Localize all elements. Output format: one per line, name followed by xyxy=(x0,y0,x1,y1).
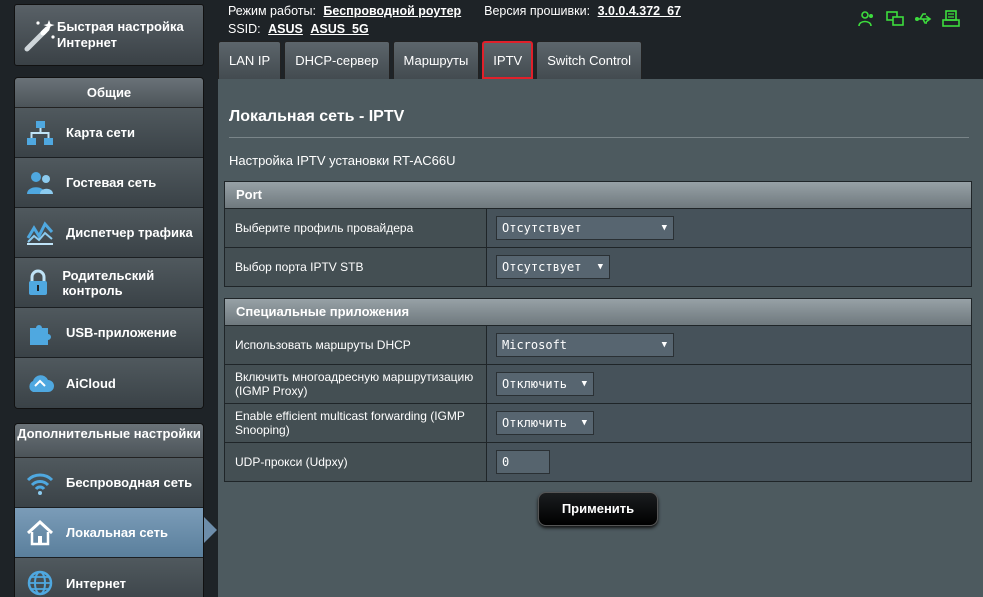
lock-icon xyxy=(21,264,55,302)
tab-dhcp-server[interactable]: DHCP-сервер xyxy=(284,41,390,79)
sidebar-item-label: Гостевая сеть xyxy=(66,175,157,190)
dropdown-arrow-icon: ▼ xyxy=(661,223,667,233)
main-panel: Локальная сеть - IPTV Настройка IPTV уст… xyxy=(218,79,983,597)
dropdown-arrow-icon: ▼ xyxy=(581,379,587,389)
field-label: UDP-прокси (Udpxy) xyxy=(225,443,487,481)
page-title: Локальная сеть - IPTV xyxy=(229,108,405,125)
network-map-icon xyxy=(21,114,59,152)
select-value: Отключить xyxy=(502,377,568,391)
sidebar-item-parental-control[interactable]: Родительский контроль xyxy=(15,258,203,308)
tab-lan-ip[interactable]: LAN IP xyxy=(218,41,282,79)
sidebar-item-guest-network[interactable]: Гостевая сеть xyxy=(15,158,203,208)
sidebar-item-internet[interactable]: Интернет xyxy=(15,558,203,597)
igmp-snooping-select[interactable]: Отключить ▼ xyxy=(496,411,594,435)
globe-icon xyxy=(21,564,59,597)
sidebar-item-label: Диспетчер трафика xyxy=(66,225,193,240)
form-row: UDP-прокси (Udpxy) 0 xyxy=(225,442,971,481)
sidebar-item-label: USB-приложение xyxy=(66,325,177,340)
printer-icon[interactable] xyxy=(942,10,960,28)
select-value: Отключить xyxy=(502,416,568,430)
field-label: Enable efficient multicast forwarding (I… xyxy=(225,404,487,442)
select-value: Отсутствует xyxy=(502,221,582,235)
dhcp-routes-select[interactable]: Microsoft ▼ xyxy=(496,333,674,357)
igmp-proxy-select[interactable]: Отключить ▼ xyxy=(496,372,594,396)
clients-icon[interactable] xyxy=(858,10,876,28)
sidebar-group-title: Общие xyxy=(15,78,203,108)
iptv-stb-port-select[interactable]: Отсутствует ▼ xyxy=(496,255,610,279)
operation-mode-link[interactable]: Беспроводной роутер xyxy=(323,4,461,18)
form-row: Выбор порта IPTV STB Отсутствует ▼ xyxy=(225,247,971,286)
select-value: Отсутствует xyxy=(502,260,582,274)
sidebar-item-label: Беспроводная сеть xyxy=(66,475,193,490)
tab-routes[interactable]: Маршруты xyxy=(392,41,480,79)
sidebar-item-network-map[interactable]: Карта сети xyxy=(15,108,203,158)
puzzle-icon xyxy=(21,314,59,352)
udpxy-port-input[interactable]: 0 xyxy=(496,450,550,474)
form-row: Выберите профиль провайдера Отсутствует … xyxy=(225,208,971,247)
sidebar-item-lan[interactable]: Локальная сеть xyxy=(15,508,203,558)
sidebar-item-traffic-manager[interactable]: Диспетчер трафика xyxy=(15,208,203,258)
sidebar-item-label: Локальная сеть xyxy=(66,525,168,540)
select-value: Microsoft xyxy=(502,338,568,352)
form-row: Включить многоадресную маршрутизацию (IG… xyxy=(225,364,971,403)
dropdown-arrow-icon: ▼ xyxy=(661,340,667,350)
dropdown-arrow-icon: ▼ xyxy=(597,262,603,272)
sidebar-general-group: Общие Карта сети Гостевая сеть Диспетчер… xyxy=(14,77,204,409)
title-divider xyxy=(229,137,969,138)
sidebar-item-usb-app[interactable]: USB-приложение xyxy=(15,308,203,358)
quick-setup-button[interactable]: Быстрая настройка Интернет xyxy=(14,4,204,66)
guest-users-icon xyxy=(21,164,59,202)
special-apps-section: Специальные приложения Использовать марш… xyxy=(224,298,972,482)
field-label: Использовать маршруты DHCP xyxy=(225,326,487,364)
sidebar-item-label: Родительский контроль xyxy=(62,267,155,298)
form-row: Использовать маршруты DHCP Microsoft ▼ xyxy=(225,325,971,364)
firmware-version-link[interactable]: 3.0.0.4.372_67 xyxy=(598,4,681,18)
traffic-chart-icon xyxy=(21,214,59,252)
cloud-icon xyxy=(21,364,59,402)
ssid-5g-link[interactable]: ASUS_5G xyxy=(310,22,368,36)
page-subtitle: Настройка IPTV установки RT-AC66U xyxy=(229,153,456,168)
home-icon xyxy=(21,514,59,552)
section-heading: Специальные приложения xyxy=(225,299,971,325)
field-label: Выберите профиль провайдера xyxy=(225,209,487,247)
tab-bar: LAN IP DHCP-сервер Маршруты IPTV Switch … xyxy=(218,41,643,79)
field-label: Включить многоадресную маршрутизацию (IG… xyxy=(225,365,487,403)
ssid-label: SSID: xyxy=(228,22,261,36)
port-section: Port Выберите профиль провайдера Отсутст… xyxy=(224,181,972,287)
ssid-24-link[interactable]: ASUS xyxy=(268,22,303,36)
usb-icon[interactable] xyxy=(914,10,932,28)
mode-label: Режим работы: xyxy=(228,4,316,18)
form-row: Enable efficient multicast forwarding (I… xyxy=(225,403,971,442)
tab-iptv[interactable]: IPTV xyxy=(482,41,534,79)
sidebar-group-title: Дополнительные настройки xyxy=(15,424,203,458)
status-bar: Режим работы: Беспроводной роутер Версия… xyxy=(228,2,681,38)
network-status-icon[interactable] xyxy=(886,10,904,28)
wifi-icon xyxy=(21,464,59,502)
firmware-label: Версия прошивки: xyxy=(484,4,591,18)
tab-switch-control[interactable]: Switch Control xyxy=(536,41,643,79)
apply-button[interactable]: Применить xyxy=(538,492,658,526)
isp-profile-select[interactable]: Отсутствует ▼ xyxy=(496,216,674,240)
field-label: Выбор порта IPTV STB xyxy=(225,248,487,286)
dropdown-arrow-icon: ▼ xyxy=(581,418,587,428)
sidebar-item-label: Интернет xyxy=(66,575,127,591)
magic-wand-icon xyxy=(21,12,57,58)
sidebar-advanced-group: Дополнительные настройки Беспроводная се… xyxy=(14,423,204,597)
sidebar-item-wireless[interactable]: Беспроводная сеть xyxy=(15,458,203,508)
sidebar-item-label: AiCloud xyxy=(66,375,116,391)
quick-setup-label: Быстрая настройка Интернет xyxy=(57,19,184,50)
sidebar-item-label: Карта сети xyxy=(66,125,135,140)
active-item-pointer xyxy=(204,517,217,543)
status-icons xyxy=(858,10,960,28)
section-heading: Port xyxy=(225,182,971,208)
sidebar-item-aicloud[interactable]: AiCloud xyxy=(15,358,203,408)
